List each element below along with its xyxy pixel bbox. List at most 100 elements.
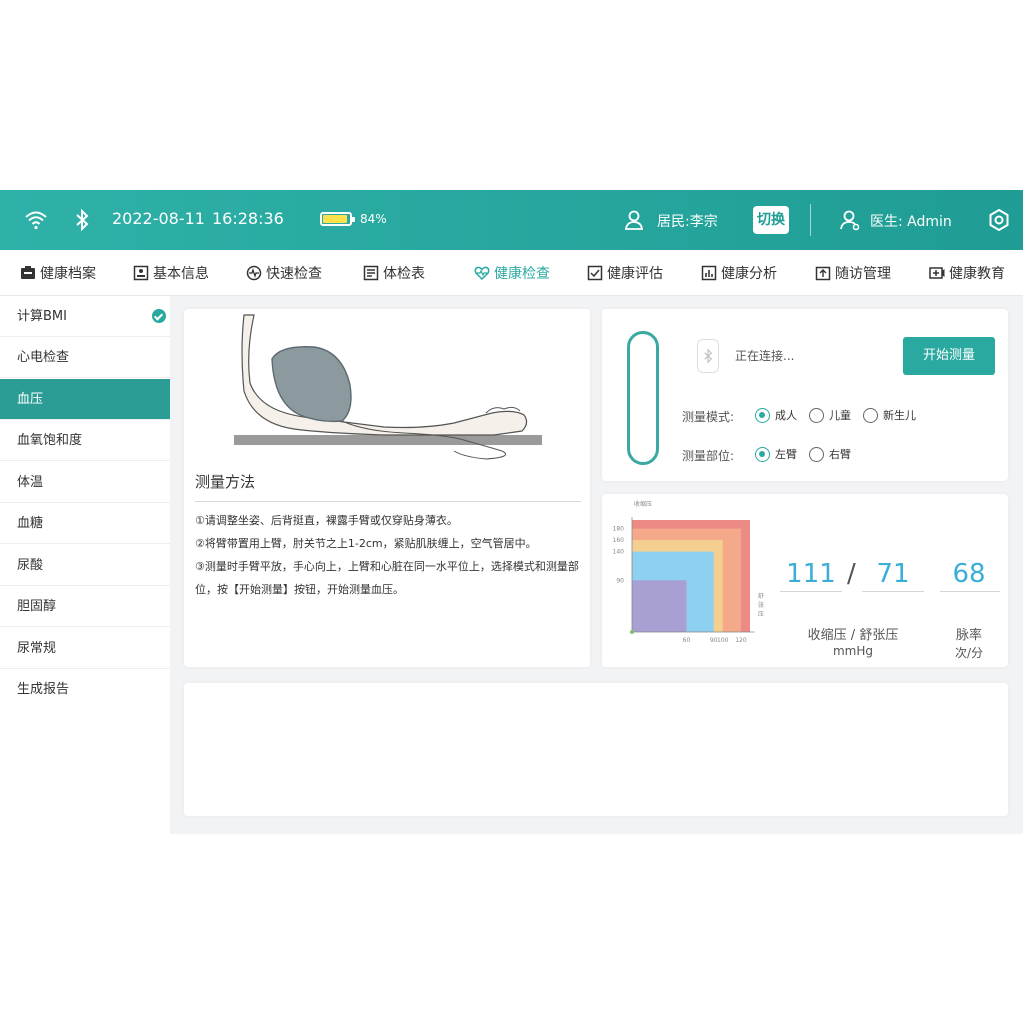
- education-icon: [929, 267, 945, 279]
- mode-radio-adult[interactable]: 成人: [755, 407, 797, 423]
- diastolic-value: 71: [876, 559, 910, 589]
- radio-icon: [755, 446, 770, 462]
- archive-icon: [21, 266, 35, 279]
- radio-label: 儿童: [829, 409, 851, 422]
- method-step-2: ②将臂带置用上臂，肘关节之上1-2cm，紧贴肌肤缠上，空气管居中。: [195, 537, 537, 550]
- main-nav: 健康档案 基本信息 快速检查 体检表 健康检查 健康评估 健康分析 随访管理 健…: [0, 250, 1023, 296]
- pulse-caption: 脉率: [955, 628, 982, 643]
- nav-item-quick-check[interactable]: 快速检查: [246, 263, 322, 283]
- person-icon: [624, 210, 644, 230]
- x-axis-label-char: 舒: [758, 592, 764, 600]
- bp-unit: mmHg: [832, 644, 874, 658]
- pulse-value: 68: [952, 559, 986, 589]
- sidebar-item-label: 心电检查: [17, 350, 70, 365]
- site-radio-right-arm[interactable]: 右臂: [809, 446, 851, 462]
- mode-radio-child[interactable]: 儿童: [809, 407, 851, 423]
- radio-icon: [809, 407, 824, 423]
- radio-label: 新生儿: [883, 409, 916, 422]
- radio-label: 左臂: [775, 448, 797, 461]
- mode-label: 测量模式:: [682, 410, 735, 424]
- nav-label: 健康评估: [607, 266, 663, 282]
- bluetooth-icon: [697, 339, 719, 373]
- sidebar-item-spo2[interactable]: 血氧饱和度: [0, 420, 170, 461]
- connection-status: 正在连接...: [735, 349, 795, 363]
- settings-icon[interactable]: [987, 208, 1011, 232]
- sidebar-item-bmi[interactable]: 计算BMI: [0, 296, 170, 337]
- nav-item-health-analysis[interactable]: 健康分析: [701, 263, 777, 283]
- exam-sidebar: 计算BMI 心电检查 血压 血氧饱和度 体温 血糖 尿酸 胆固醇 尿常规 生成报…: [0, 296, 170, 834]
- start-measure-button[interactable]: 开始测量: [903, 337, 995, 375]
- chart-origin-dot: [630, 630, 634, 634]
- battery-percent: 84%: [360, 212, 387, 226]
- nav-item-health-archive[interactable]: 健康档案: [20, 263, 96, 283]
- doctor-icon: [840, 210, 860, 231]
- sidebar-item-blood-pressure[interactable]: 血压: [0, 379, 170, 420]
- y-tick-label: 140: [613, 549, 625, 556]
- x-tick-label: 120: [735, 637, 747, 644]
- form-icon: [363, 265, 379, 281]
- x-axis-label-char: 压: [758, 611, 764, 618]
- device-card: 正在连接... 开始测量 测量模式: 成人 儿童 新生儿 测量部位: 左臂 右臂: [602, 309, 1008, 481]
- method-title: 测量方法: [195, 473, 256, 491]
- sidebar-item-label: 尿常规: [17, 641, 57, 656]
- nav-label: 健康检查: [494, 266, 550, 282]
- site-radio-left-arm[interactable]: 左臂: [755, 446, 797, 462]
- radio-icon: [809, 446, 824, 462]
- x-axis-label-char: 张: [758, 601, 764, 609]
- bp-classification-chart: 9014016018060 90 100 120收缩压舒张压: [613, 500, 764, 644]
- checklist-icon: [587, 265, 603, 281]
- device-status-indicator: [627, 331, 659, 465]
- wifi-icon: [25, 211, 47, 230]
- sidebar-item-label: 血糖: [17, 516, 44, 531]
- sidebar-item-label: 血压: [17, 392, 44, 407]
- nav-item-basic-info[interactable]: 基本信息: [133, 263, 209, 283]
- nav-label: 体检表: [383, 266, 425, 282]
- nav-label: 快速检查: [266, 266, 322, 282]
- mode-radio-newborn[interactable]: 新生儿: [863, 407, 916, 423]
- nav-item-followup[interactable]: 随访管理: [815, 263, 891, 283]
- diastolic-underline: [862, 591, 924, 592]
- app-window: 2022-08-11 16:28:36 84% 居民:李宗 切换 医生: Adm…: [0, 190, 1023, 834]
- sidebar-item-label: 尿酸: [17, 558, 44, 573]
- analysis-icon: [701, 265, 717, 281]
- bp-caption: 收缩压 / 舒张压: [807, 628, 899, 643]
- nav-item-health-assessment[interactable]: 健康评估: [587, 263, 663, 283]
- sidebar-item-label: 胆固醇: [17, 599, 57, 614]
- result-panel: [184, 683, 1008, 816]
- method-card: 测量方法 ①请调整坐姿、后背挺直，裸露手臂或仅穿贴身薄衣。 ②将臂带置用上臂，肘…: [184, 309, 590, 667]
- divider: [810, 204, 811, 236]
- id-card-icon: [133, 265, 149, 281]
- sidebar-item-urinalysis[interactable]: 尿常规: [0, 628, 170, 669]
- bluetooth-icon: [76, 208, 89, 232]
- status-bar: 2022-08-11 16:28:36 84% 居民:李宗 切换 医生: Adm…: [0, 190, 1023, 250]
- sidebar-item-temperature[interactable]: 体温: [0, 462, 170, 503]
- nav-label: 基本信息: [153, 266, 209, 282]
- nav-item-health-check[interactable]: 健康检查: [474, 263, 550, 283]
- arm-cuff-illustration: [234, 314, 542, 460]
- y-tick-label: 90: [616, 577, 624, 584]
- nav-item-exam-form[interactable]: 体检表: [363, 263, 425, 283]
- radio-icon: [755, 407, 770, 423]
- y-tick-label: 180: [613, 526, 625, 533]
- radio-label: 成人: [775, 409, 797, 422]
- sidebar-item-ecg[interactable]: 心电检查: [0, 337, 170, 378]
- pulse-icon: [246, 265, 262, 281]
- sidebar-item-uric-acid[interactable]: 尿酸: [0, 545, 170, 586]
- sidebar-item-cholesterol[interactable]: 胆固醇: [0, 586, 170, 627]
- switch-resident-button[interactable]: 切换: [753, 206, 789, 234]
- battery-level: [323, 215, 347, 223]
- divider: [195, 501, 581, 502]
- bp-separator: /: [847, 559, 856, 589]
- method-step-1: ①请调整坐姿、后背挺直，裸露手臂或仅穿贴身薄衣。: [195, 514, 458, 527]
- nav-label: 健康教育: [949, 266, 1005, 282]
- battery-icon: [320, 212, 355, 226]
- site-label: 测量部位:: [682, 449, 735, 463]
- nav-item-health-education[interactable]: 健康教育: [929, 263, 1005, 283]
- sidebar-item-label: 生成报告: [17, 682, 70, 697]
- nav-label: 随访管理: [835, 266, 891, 282]
- sidebar-item-blood-sugar[interactable]: 血糖: [0, 503, 170, 544]
- resident-name: 居民:李宗: [657, 214, 718, 230]
- radio-icon: [863, 407, 878, 423]
- sidebar-item-generate-report[interactable]: 生成报告: [0, 669, 170, 710]
- sidebar-item-label: 计算BMI: [17, 309, 67, 324]
